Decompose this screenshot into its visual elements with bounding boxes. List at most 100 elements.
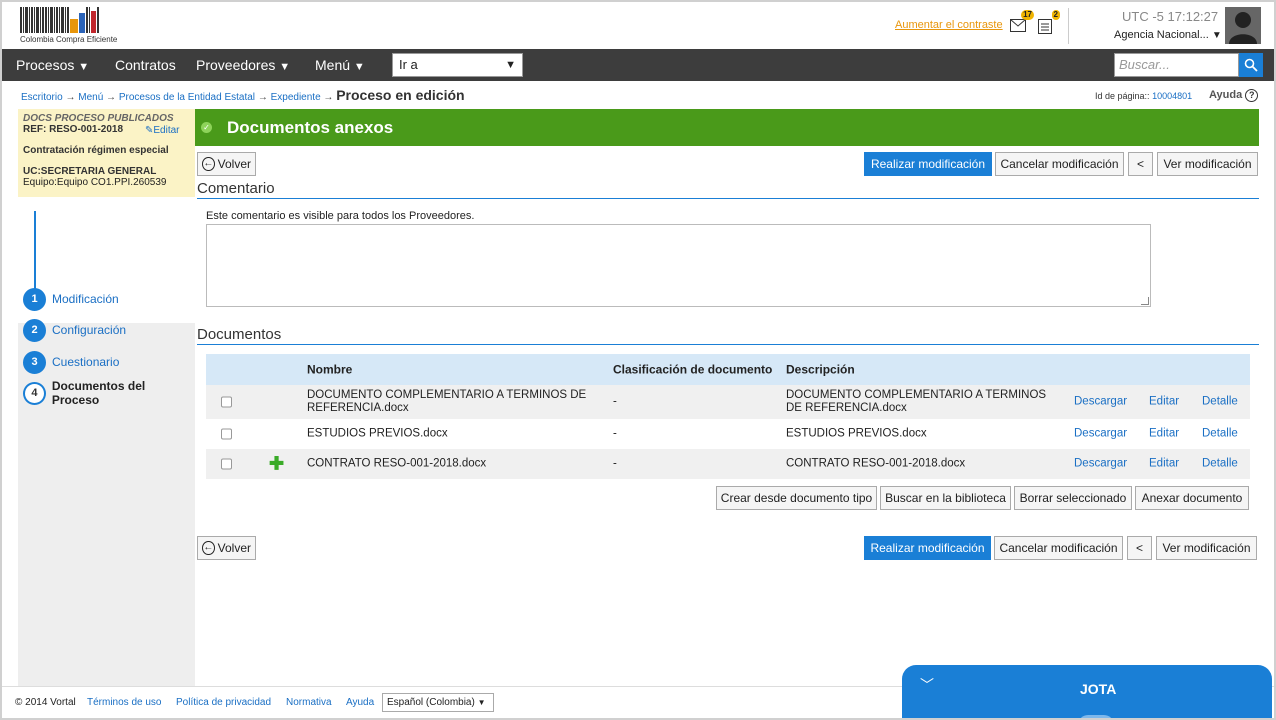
nav-proveedores[interactable]: Proveedores ▼ <box>196 49 290 81</box>
mail-count-badge: 17 <box>1021 10 1034 20</box>
back-button[interactable]: ← Volver <box>197 536 256 560</box>
comment-textarea[interactable] <box>206 224 1151 307</box>
agency-selector[interactable]: Agencia Nacional... ▼ <box>1114 29 1222 41</box>
download-link[interactable]: Descargar <box>1074 396 1127 409</box>
nav-procesos[interactable]: Procesos ▼ <box>16 49 89 81</box>
breadcrumb-menu[interactable]: Menú <box>78 92 103 103</box>
mail-icon[interactable]: 17 <box>1010 10 1034 34</box>
caret-down-icon: ▼ <box>477 698 486 707</box>
search-input[interactable]: Buscar... <box>1114 53 1239 77</box>
breadcrumb-procesos[interactable]: Procesos de la Entidad Estatal <box>119 92 255 103</box>
comment-note: Este comentario es visible para todos lo… <box>206 210 475 222</box>
process-regime: Contratación régimen especial <box>23 145 169 156</box>
documents-title: Documentos <box>197 326 282 343</box>
main-navbar: Procesos ▼ Contratos Proveedores ▼ Menú … <box>2 49 1274 81</box>
increase-contrast-link[interactable]: Aumentar el contraste <box>895 19 1003 31</box>
goto-select[interactable]: Ir a ▼ <box>392 53 523 77</box>
view-change-button[interactable]: Ver modificación <box>1157 152 1258 176</box>
table-row: ✚ CONTRATO RESO-001-2018.docx - CONTRATO… <box>206 449 1250 479</box>
prev-button[interactable]: < <box>1127 536 1152 560</box>
help-link[interactable]: Ayuda ? <box>1209 89 1259 102</box>
edit-link[interactable]: Editar <box>1149 458 1179 471</box>
cancel-change-button[interactable]: Cancelar modificación <box>995 152 1124 176</box>
table-row: ESTUDIOS PREVIOS.docx - ESTUDIOS PREVIOS… <box>206 419 1250 449</box>
avatar[interactable] <box>1225 7 1261 44</box>
search-icon <box>1244 58 1258 72</box>
prev-button[interactable]: < <box>1128 152 1153 176</box>
search-button[interactable] <box>1239 53 1263 77</box>
step-cuestionario[interactable]: 3 Cuestionario <box>23 350 119 374</box>
footer-normativa-link[interactable]: Normativa <box>286 697 332 708</box>
sidebar: DOCS PROCESO PUBLICADOS REF: RESO-001-20… <box>18 109 195 686</box>
page-id-value[interactable]: 10004801 <box>1152 91 1192 101</box>
step-number: 2 <box>23 318 46 342</box>
column-header: Nombre <box>307 362 353 376</box>
breadcrumb-expediente[interactable]: Expediente <box>271 92 321 103</box>
tasks-icon[interactable]: 2 <box>1038 10 1060 34</box>
step-number: 3 <box>23 350 46 374</box>
document-classification: - <box>613 457 617 470</box>
process-summary: DOCS PROCESO PUBLICADOS REF: RESO-001-20… <box>18 109 195 197</box>
back-button[interactable]: ← Volver <box>197 152 256 176</box>
nav-procesos-label: Procesos <box>16 57 75 73</box>
step-modificacion[interactable]: 1 Modificación <box>23 287 119 311</box>
create-from-template-button[interactable]: Crear desde documento tipo <box>716 486 877 510</box>
download-link[interactable]: Descargar <box>1074 428 1127 441</box>
logo[interactable]: Colombia Compra Eficiente <box>20 7 130 45</box>
delete-selected-button[interactable]: Borrar seleccionado <box>1014 486 1132 510</box>
logo-text: Colombia Compra Eficiente <box>20 35 118 44</box>
document-name: DOCUMENTO COMPLEMENTARIO A TERMINOS DE R… <box>307 389 587 414</box>
table-header: Nombre Clasificación de documento Descri… <box>206 354 1250 385</box>
comment-title: Comentario <box>197 180 275 197</box>
comment-divider <box>197 198 1259 199</box>
documents-divider <box>197 344 1259 345</box>
chat-widget[interactable]: ﹀ JOTA <box>902 665 1272 718</box>
utc-label: UTC -5 <box>1122 9 1164 24</box>
edit-process-link[interactable]: ✎Editar <box>145 125 180 136</box>
documents-table: Nombre Clasificación de documento Descri… <box>206 354 1250 479</box>
process-uc: UC:SECRETARIA GENERAL <box>23 166 157 177</box>
top-header: Colombia Compra Eficiente Aumentar el co… <box>2 2 1274 49</box>
footer-privacy-link[interactable]: Política de privacidad <box>176 697 271 708</box>
row-checkbox[interactable] <box>221 428 232 440</box>
resize-grip-icon[interactable] <box>1141 297 1149 305</box>
nav-menu[interactable]: Menú ▼ <box>315 49 365 81</box>
nav-contratos[interactable]: Contratos <box>115 49 176 81</box>
footer-help-link[interactable]: Ayuda <box>346 697 374 708</box>
step-label: Cuestionario <box>52 355 120 369</box>
make-change-button[interactable]: Realizar modificación <box>864 152 992 176</box>
step-documentos[interactable]: 4 Documentos del Proceso <box>23 379 195 407</box>
step-label: Configuración <box>52 323 127 337</box>
language-select[interactable]: Español (Colombia) ▼ <box>382 693 494 712</box>
row-checkbox[interactable] <box>221 458 232 470</box>
chat-name: JOTA <box>1080 681 1117 697</box>
search-library-button[interactable]: Buscar en la biblioteca <box>880 486 1011 510</box>
back-label: Volver <box>217 541 251 555</box>
footer-terms-link[interactable]: Términos de uso <box>87 697 161 708</box>
view-change-button[interactable]: Ver modificación <box>1156 536 1257 560</box>
page-title: Proceso en edición <box>336 87 465 103</box>
edit-link[interactable]: Editar <box>1149 396 1179 409</box>
process-status: DOCS PROCESO PUBLICADOS <box>23 113 174 124</box>
make-change-button[interactable]: Realizar modificación <box>864 536 991 560</box>
document-classification: - <box>613 427 617 440</box>
download-link[interactable]: Descargar <box>1074 458 1127 471</box>
step-configuracion[interactable]: 2 Configuración <box>23 318 126 342</box>
row-checkbox[interactable] <box>221 396 232 408</box>
detail-link[interactable]: Detalle <box>1202 396 1238 409</box>
detail-link[interactable]: Detalle <box>1202 428 1238 441</box>
cancel-change-button[interactable]: Cancelar modificación <box>994 536 1123 560</box>
attach-document-button[interactable]: Anexar documento <box>1135 486 1249 510</box>
arrow-right-icon: → <box>257 92 271 103</box>
caret-down-icon: ▼ <box>505 59 516 71</box>
edit-link[interactable]: Editar <box>1149 428 1179 441</box>
process-steps: 1 Modificación 2 Configuración 3 Cuestionar… <box>18 197 195 407</box>
chevron-down-icon[interactable]: ﹀ <box>920 675 934 695</box>
page-id: Id de página:: 10004801 <box>1095 91 1192 101</box>
breadcrumb-escritorio[interactable]: Escritorio <box>21 92 63 103</box>
caret-down-icon: ▼ <box>1211 30 1222 41</box>
step-number: 1 <box>23 287 46 311</box>
caret-down-icon: ▼ <box>279 61 291 73</box>
detail-link[interactable]: Detalle <box>1202 458 1238 471</box>
arrow-right-icon: → <box>323 92 337 103</box>
